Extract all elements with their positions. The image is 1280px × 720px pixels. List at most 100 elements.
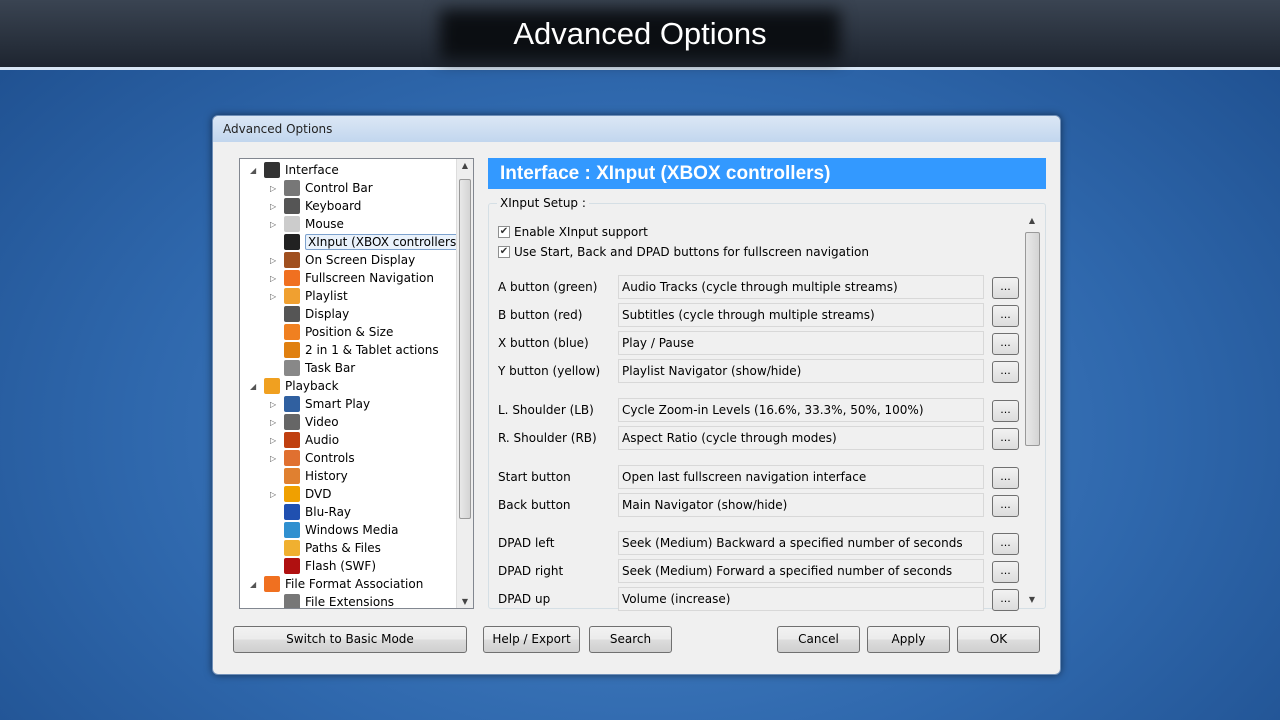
tree-item[interactable]: ◢Playback xyxy=(250,377,339,395)
tree-item-label: File Extensions xyxy=(305,595,394,609)
category-icon xyxy=(284,540,300,556)
action-field[interactable]: Volume (increase) xyxy=(618,587,984,611)
checkbox-option[interactable]: ✔Use Start, Back and DPAD buttons for fu… xyxy=(498,245,869,259)
button-label: DPAD left xyxy=(498,536,554,550)
category-icon xyxy=(284,216,300,232)
browse-action-button[interactable]: ... xyxy=(992,305,1019,327)
button-label: DPAD right xyxy=(498,564,563,578)
action-field[interactable]: Audio Tracks (cycle through multiple str… xyxy=(618,275,984,299)
expand-icon[interactable]: ▷ xyxy=(270,274,280,283)
tree-item[interactable]: ▷Video xyxy=(270,413,339,431)
tree-item[interactable]: Display xyxy=(270,305,349,323)
tree-scrollbar[interactable]: ▲ ▼ xyxy=(456,159,473,608)
action-field[interactable]: Seek (Medium) Backward a specified numbe… xyxy=(618,531,984,555)
browse-action-button[interactable]: ... xyxy=(992,400,1019,422)
category-icon xyxy=(284,558,300,574)
checkbox-label: Enable XInput support xyxy=(514,225,648,239)
tree-item[interactable]: ▷Mouse xyxy=(270,215,344,233)
help-export-button[interactable]: Help / Export xyxy=(483,626,580,653)
category-icon xyxy=(284,324,300,340)
scroll-down-icon[interactable]: ▼ xyxy=(1024,595,1040,604)
mapping-row: DPAD upVolume (increase)... xyxy=(498,587,1020,611)
tree-item[interactable]: ▷Fullscreen Navigation xyxy=(270,269,434,287)
ok-button[interactable]: OK xyxy=(957,626,1040,653)
browse-action-button[interactable]: ... xyxy=(992,333,1019,355)
expand-icon[interactable]: ▷ xyxy=(270,220,280,229)
scroll-down-icon[interactable]: ▼ xyxy=(457,597,473,606)
expand-icon[interactable]: ◢ xyxy=(250,166,260,175)
expand-icon[interactable]: ◢ xyxy=(250,580,260,589)
tree-item[interactable]: ◢ File Format Association xyxy=(250,575,423,593)
checkbox[interactable]: ✔ xyxy=(498,246,510,258)
settings-scrollbar[interactable]: ▲ ▼ xyxy=(1024,216,1041,604)
tree-item[interactable]: ▷Controls xyxy=(270,449,355,467)
screen-title: Advanced Options xyxy=(0,16,1280,52)
action-field[interactable]: Cycle Zoom-in Levels (16.6%, 33.3%, 50%,… xyxy=(618,398,984,422)
tree-item-label: Flash (SWF) xyxy=(305,559,376,573)
expand-icon[interactable]: ▷ xyxy=(270,256,280,265)
category-icon xyxy=(284,486,300,502)
checkbox-option[interactable]: ✔ Enable XInput support xyxy=(498,225,648,239)
tree-item[interactable]: History xyxy=(270,467,348,485)
options-tree[interactable]: ◢ Interface ▷Control Bar▷Keyboard▷MouseXIn… xyxy=(239,158,474,609)
action-field[interactable]: Main Navigator (show/hide) xyxy=(618,493,984,517)
tree-item[interactable]: ▷DVD xyxy=(270,485,331,503)
tree-item-label: XInput (XBOX controllers) xyxy=(305,234,464,250)
browse-action-button[interactable]: ... xyxy=(992,495,1019,517)
expand-icon[interactable]: ▷ xyxy=(270,292,280,301)
apply-button[interactable]: Apply xyxy=(867,626,950,653)
tree-item[interactable]: ▷Keyboard xyxy=(270,197,361,215)
tree-item[interactable]: Position & Size xyxy=(270,323,393,341)
browse-action-button[interactable]: ... xyxy=(992,277,1019,299)
tree-item[interactable]: ▷Playlist xyxy=(270,287,348,305)
expand-icon[interactable]: ▷ xyxy=(270,490,280,499)
tree-item[interactable]: ▷Control Bar xyxy=(270,179,373,197)
tree-item[interactable]: XInput (XBOX controllers) xyxy=(270,233,464,251)
expand-icon[interactable]: ▷ xyxy=(270,436,280,445)
browse-action-button[interactable]: ... xyxy=(992,467,1019,489)
expand-icon[interactable]: ▷ xyxy=(270,184,280,193)
tree-item[interactable]: Task Bar xyxy=(270,359,355,377)
action-field[interactable]: Play / Pause xyxy=(618,331,984,355)
browse-action-button[interactable]: ... xyxy=(992,589,1019,611)
tree-item[interactable]: Windows Media xyxy=(270,521,398,539)
tree-item[interactable]: ▷Audio xyxy=(270,431,339,449)
category-icon xyxy=(284,414,300,430)
action-field[interactable]: Subtitles (cycle through multiple stream… xyxy=(618,303,984,327)
tree-item[interactable]: ▷On Screen Display xyxy=(270,251,415,269)
browse-action-button[interactable]: ... xyxy=(992,361,1019,383)
mapping-row: DPAD right Seek (Medium) Forward a specif… xyxy=(498,559,1020,583)
tree-item[interactable]: 2 in 1 & Tablet actions xyxy=(270,341,439,359)
tree-item[interactable]: Flash (SWF) xyxy=(270,557,376,575)
tree-item[interactable]: ◢ Interface xyxy=(250,161,339,179)
browse-action-button[interactable]: ... xyxy=(992,561,1019,583)
expand-icon[interactable]: ▷ xyxy=(270,202,280,211)
action-field[interactable]: Playlist Navigator (show/hide) xyxy=(618,359,984,383)
action-field[interactable]: Aspect Ratio (cycle through modes) xyxy=(618,426,984,450)
scroll-up-icon[interactable]: ▲ xyxy=(457,161,473,170)
tree-scroll-thumb[interactable] xyxy=(459,179,471,519)
browse-action-button[interactable]: ... xyxy=(992,428,1019,450)
settings-scroll-thumb[interactable] xyxy=(1025,232,1040,446)
action-field[interactable]: Open last fullscreen navigation interfac… xyxy=(618,465,984,489)
mapping-row: L. Shoulder (LB)Cycle Zoom-in Levels (16… xyxy=(498,398,1020,422)
tree-item[interactable]: File Extensions xyxy=(270,593,394,609)
mapping-row: Back buttonMain Navigator (show/hide)... xyxy=(498,493,1020,517)
expand-icon[interactable]: ▷ xyxy=(270,400,280,409)
tree-item[interactable]: Blu-Ray xyxy=(270,503,351,521)
tree-item-label: Interface xyxy=(285,163,339,177)
action-field[interactable]: Seek (Medium) Forward a specified number… xyxy=(618,559,984,583)
expand-icon[interactable]: ▷ xyxy=(270,418,280,427)
tree-item[interactable]: ▷Smart Play xyxy=(270,395,370,413)
expand-icon[interactable]: ▷ xyxy=(270,454,280,463)
tree-item-label: 2 in 1 & Tablet actions xyxy=(305,343,439,357)
cancel-button[interactable]: Cancel xyxy=(777,626,860,653)
scroll-up-icon[interactable]: ▲ xyxy=(1024,216,1040,225)
search-button[interactable]: Search xyxy=(589,626,672,653)
browse-action-button[interactable]: ... xyxy=(992,533,1019,555)
tree-item-label: File Format Association xyxy=(285,577,423,591)
switch-basic-mode-button[interactable]: Switch to Basic Mode xyxy=(233,626,467,653)
checkbox[interactable]: ✔ xyxy=(498,226,510,238)
expand-icon[interactable]: ◢ xyxy=(250,382,260,391)
tree-item[interactable]: Paths & Files xyxy=(270,539,381,557)
